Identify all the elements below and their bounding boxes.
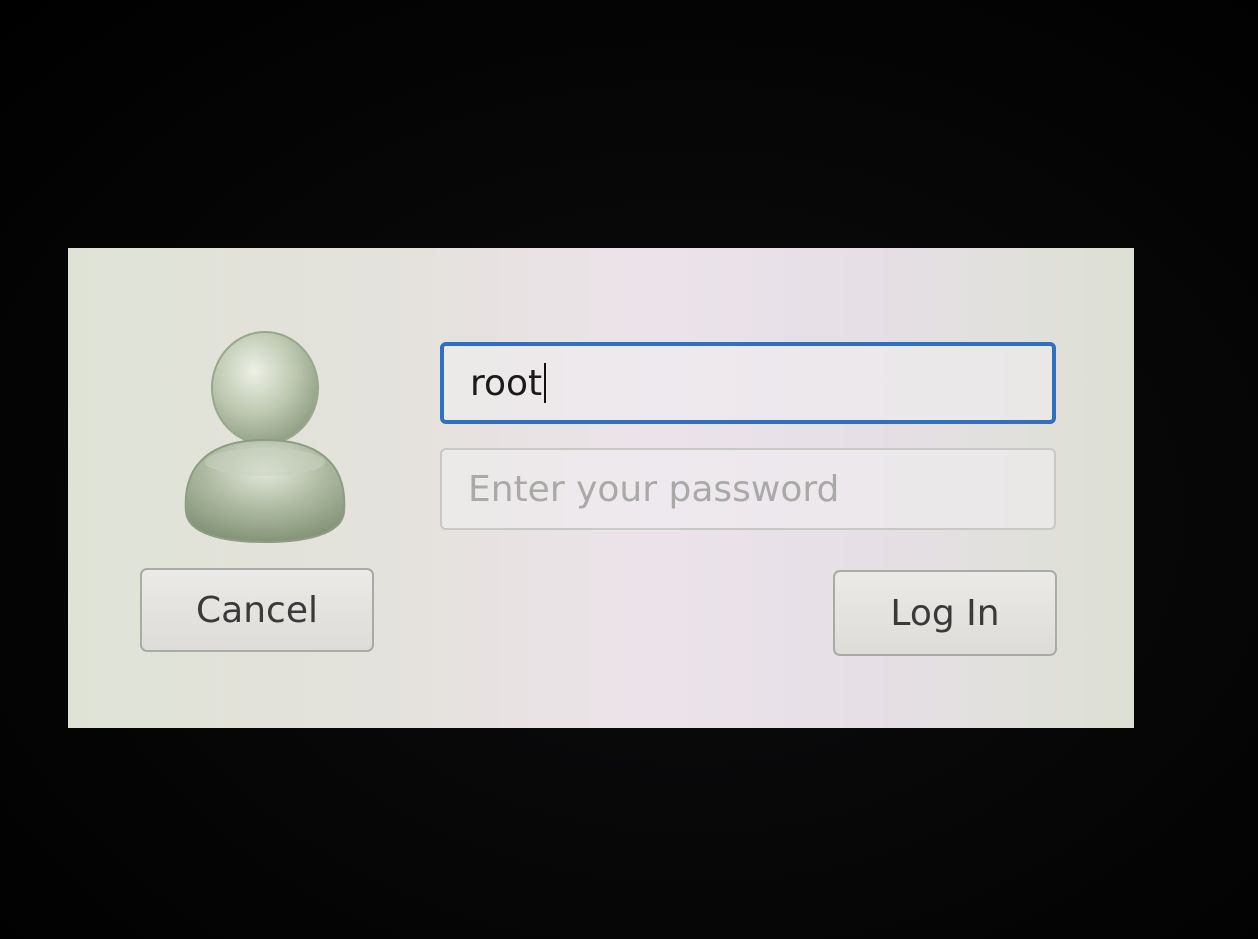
password-placeholder: Enter your password <box>468 468 840 510</box>
username-field[interactable]: root <box>440 342 1056 424</box>
username-value: root <box>470 362 543 404</box>
login-dialog: root Enter your password Cancel Log In <box>68 248 1134 728</box>
cancel-button[interactable]: Cancel <box>140 568 374 652</box>
login-button[interactable]: Log In <box>833 570 1057 656</box>
text-caret <box>544 363 547 403</box>
login-button-label: Log In <box>890 592 1000 634</box>
screen: root Enter your password Cancel Log In <box>0 0 1258 939</box>
password-field[interactable]: Enter your password <box>440 448 1056 530</box>
cancel-button-label: Cancel <box>196 589 318 631</box>
user-avatar-icon <box>176 330 354 544</box>
